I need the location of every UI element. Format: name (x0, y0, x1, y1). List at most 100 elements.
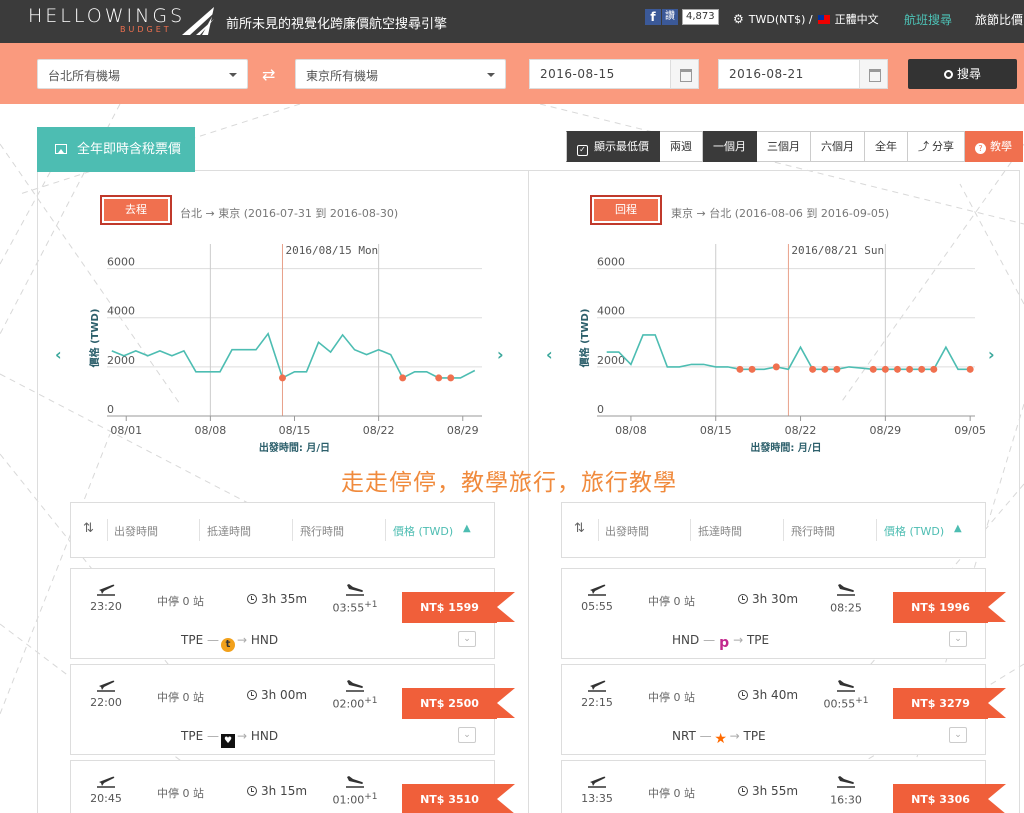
facebook-like[interactable]: f 讚 4,873 (645, 9, 719, 25)
nav-price-compare[interactable]: 旅節比價 (975, 11, 1023, 28)
y-tick-label: 6000 (597, 256, 625, 269)
sort-price[interactable]: 價格 (TWD) (393, 523, 453, 539)
lowest-price-point (736, 365, 744, 373)
flight-duration: 3h 15m (247, 784, 307, 798)
outbound-price-chart[interactable]: 0 2000 4000 6000 2016/08/15 Mon 08/01 08/08 08/… (85, 238, 505, 458)
duration-value: 3h 15m (261, 784, 308, 798)
stops-count: 中停 0 站 (157, 787, 204, 800)
plus-day: +1 (364, 792, 378, 802)
lowest-price-point (399, 374, 407, 382)
duration-value: 3h 55m (752, 784, 799, 798)
chevron-left-icon[interactable]: ‹ (55, 345, 62, 364)
chevron-left-icon[interactable]: ‹ (546, 345, 553, 364)
inbound-button[interactable]: 回程 (590, 195, 662, 225)
x-axis-label: 出發時間: 月/日 (259, 441, 330, 454)
sort-duration[interactable]: 飛行時間 (300, 523, 344, 539)
vanilla-icon: ♥ (219, 729, 237, 748)
price-tag[interactable]: NT$ 3279 (893, 688, 1006, 719)
price-series-line (111, 331, 476, 380)
price-ribbon-notch (988, 592, 1006, 622)
inbound-route: 東京 → 台北 (2016-08-06 到 2016-09-05) (671, 207, 890, 220)
chevron-up-icon[interactable]: ▲ (954, 523, 962, 534)
price-tag[interactable]: NT$ 2500 (402, 688, 515, 719)
show-lowest-button[interactable]: ✓ 顯示最低價 (566, 131, 660, 162)
y-tick-label: 0 (107, 403, 114, 416)
price-tag[interactable]: NT$ 1599 (402, 592, 515, 623)
lowest-price-point (833, 365, 841, 373)
outbound-button[interactable]: 去程 (100, 195, 172, 225)
expand-chevron-icon[interactable]: ⌄ (458, 727, 476, 743)
price-value: NT$ 3306 (893, 784, 988, 813)
nav-flight-search[interactable]: 航班搜尋 (904, 11, 952, 28)
price-tag[interactable]: NT$ 1996 (893, 592, 1006, 623)
duration-value: 3h 30m (752, 592, 799, 606)
lowest-price-point (278, 374, 286, 382)
image-icon (55, 144, 67, 154)
swap-icon[interactable]: ⇄ (262, 65, 275, 84)
price-value: NT$ 2500 (402, 688, 497, 719)
expand-chevron-icon[interactable]: ⌄ (949, 631, 967, 647)
expand-chevron-icon[interactable]: ⌄ (458, 631, 476, 647)
duration-value: 3h 40m (752, 688, 799, 702)
outbound-sort-bar: ⇅ 出發時間 抵達時間 飛行時間 價格 (TWD) ▲ (70, 502, 495, 558)
clock-icon (738, 690, 748, 700)
share-button[interactable]: ⤴ 分享 (908, 131, 965, 162)
sort-arrive[interactable]: 抵達時間 (207, 523, 251, 539)
departure-time: 20:45 (90, 792, 122, 805)
wing-logo-icon (182, 7, 214, 35)
calendar-icon[interactable] (859, 60, 887, 88)
inbound-price-chart[interactable]: 0 2000 4000 6000 2016/08/21 Sun 08/08 08/15 08/… (575, 238, 1000, 458)
price-tag[interactable]: NT$ 3306 (893, 784, 1006, 813)
duration-value: 3h 35m (261, 592, 308, 606)
logo-text: HELLOWINGS (28, 5, 186, 27)
y-axis-label: 價格 (TWD) (578, 309, 591, 369)
search-button[interactable]: 搜尋 (908, 59, 1017, 89)
lowest-price-point (918, 365, 926, 373)
sort-depart[interactable]: 出發時間 (605, 523, 649, 539)
arrival-block: 08:25 (816, 582, 876, 615)
tab-annual-fares[interactable]: 全年即時含稅票價 (37, 127, 195, 172)
route-airports: NRT — ★ → TPE (672, 729, 766, 747)
from-airport: HND (672, 633, 700, 647)
flight-duration: 3h 35m (247, 592, 307, 606)
x-tick-label: 08/22 (785, 424, 817, 437)
chevron-down-icon (229, 73, 237, 77)
route-airports: HND — p → TPE (672, 633, 770, 651)
selected-date-label: 2016/08/21 Sun (791, 244, 884, 257)
x-tick-label: 08/29 (869, 424, 901, 437)
sort-depart[interactable]: 出發時間 (114, 523, 158, 539)
arrival-time: 01:00 (332, 793, 365, 807)
sort-icon[interactable]: ⇅ (574, 521, 585, 536)
lowest-price-point (447, 374, 455, 382)
sort-duration[interactable]: 飛行時間 (791, 523, 835, 539)
lowest-price-point (809, 365, 817, 373)
peach-icon: p (719, 635, 730, 651)
calendar-icon[interactable] (670, 60, 698, 88)
departure-time: 05:55 (581, 600, 613, 613)
expand-chevron-icon[interactable]: ⌄ (949, 727, 967, 743)
chevron-up-icon[interactable]: ▲ (463, 523, 471, 534)
range-three-months[interactable]: 三個月 (757, 131, 811, 162)
return-date-input[interactable]: 2016-08-21 (718, 59, 888, 89)
sort-arrive[interactable]: 抵達時間 (698, 523, 742, 539)
lowest-price-point (821, 365, 829, 373)
range-two-weeks[interactable]: 兩週 (660, 131, 703, 162)
origin-select[interactable]: 台北所有機場 (37, 59, 248, 89)
arrival-block: 03:55+1 (325, 582, 385, 615)
currency-language-selector[interactable]: ⚙ TWD(NT$) / 正體中文 (733, 11, 879, 27)
range-one-month[interactable]: 一個月 (703, 131, 757, 162)
price-ribbon-notch (497, 592, 515, 622)
depart-date-input[interactable]: 2016-08-15 (529, 59, 699, 89)
site-logo[interactable]: HELLOWINGS BUDGET (28, 5, 218, 37)
landing-icon (816, 582, 876, 596)
selected-date-label: 2016/08/15 Mon (285, 244, 378, 257)
range-full-year[interactable]: 全年 (865, 131, 908, 162)
sort-price[interactable]: 價格 (TWD) (884, 523, 944, 539)
destination-select[interactable]: 東京所有機場 (295, 59, 506, 89)
range-six-months[interactable]: 六個月 (811, 131, 865, 162)
price-tag[interactable]: NT$ 3510 (402, 784, 515, 813)
sort-icon[interactable]: ⇅ (83, 521, 94, 536)
lowest-price-point (881, 365, 889, 373)
tutorial-button[interactable]: ? 教學 (965, 131, 1023, 162)
search-bar: 台北所有機場 ⇄ 東京所有機場 2016-08-15 2016-08-21 搜尋 (0, 43, 1024, 104)
